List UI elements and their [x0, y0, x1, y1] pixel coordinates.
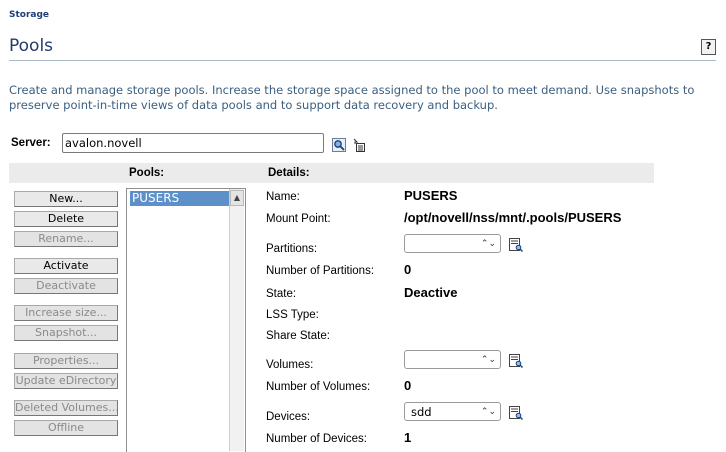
- search-server-icon[interactable]: [332, 137, 346, 152]
- server-label: Server:: [11, 137, 51, 149]
- chevron-updown-icon: ⌃⌄: [480, 407, 496, 417]
- devices-select[interactable]: sdd ⌃⌄: [404, 402, 501, 421]
- page-title: Pools: [9, 36, 54, 56]
- page-description: Create and manage storage pools. Increas…: [9, 83, 695, 112]
- devices-list-icon[interactable]: [509, 405, 523, 420]
- deactivate-pool-button[interactable]: Deactivate: [14, 278, 118, 294]
- state-label: State:: [266, 288, 297, 300]
- num-devices-value: 1: [404, 430, 412, 445]
- volumes-list-icon[interactable]: [509, 353, 523, 368]
- rename-pool-button[interactable]: Rename...: [14, 231, 118, 247]
- volumes-select[interactable]: ⌃⌄: [404, 350, 501, 369]
- browse-tree-icon[interactable]: [352, 137, 366, 152]
- delete-pool-button[interactable]: Delete: [14, 211, 118, 227]
- deleted-volumes-button[interactable]: Deleted Volumes...: [14, 400, 118, 416]
- server-input[interactable]: [62, 133, 324, 153]
- num-devices-label: Number of Devices:: [266, 433, 367, 445]
- increase-size-button[interactable]: Increase size...: [14, 305, 118, 321]
- snapshot-button[interactable]: Snapshot...: [14, 325, 118, 341]
- chevron-updown-icon: ⌃⌄: [480, 355, 496, 365]
- mount-point-value: /opt/novell/nss/mnt/.pools/PUSERS: [404, 210, 622, 225]
- devices-label: Devices:: [266, 411, 311, 423]
- num-partitions-label: Number of Partitions:: [266, 265, 375, 277]
- pools-scrollbar[interactable]: [229, 189, 244, 451]
- num-volumes-label: Number of Volumes:: [266, 381, 371, 393]
- name-label: Name:: [266, 191, 300, 203]
- volumes-label: Volumes:: [266, 359, 314, 371]
- pool-list-item[interactable]: PUSERS: [130, 191, 231, 206]
- panel-header-bar: [9, 163, 654, 183]
- title-divider: [9, 60, 716, 61]
- partitions-label: Partitions:: [266, 243, 318, 255]
- num-volumes-value: 0: [404, 378, 412, 393]
- help-button[interactable]: ?: [701, 39, 716, 55]
- num-partitions-value: 0: [404, 262, 412, 277]
- properties-button[interactable]: Properties...: [14, 353, 118, 369]
- scroll-up-icon[interactable]: ▲: [230, 190, 244, 206]
- partitions-select[interactable]: ⌃⌄: [404, 234, 501, 253]
- pools-header: Pools:: [129, 167, 165, 179]
- state-value: Deactive: [404, 285, 458, 300]
- partitions-list-icon[interactable]: [509, 237, 523, 252]
- share-state-label: Share State:: [266, 330, 330, 342]
- mount-point-label: Mount Point:: [266, 213, 331, 225]
- lss-type-label: LSS Type:: [266, 309, 319, 321]
- activate-pool-button[interactable]: Activate: [14, 258, 118, 274]
- pools-listbox[interactable]: [126, 188, 246, 452]
- devices-selected: sdd: [411, 405, 432, 419]
- chevron-updown-icon: ⌃⌄: [480, 239, 496, 249]
- offline-button[interactable]: Offline: [14, 420, 118, 436]
- new-pool-button[interactable]: New...: [14, 191, 118, 207]
- breadcrumb-storage[interactable]: Storage: [9, 10, 49, 20]
- name-value: PUSERS: [404, 188, 458, 203]
- details-header: Details:: [268, 167, 310, 179]
- update-edirectory-button[interactable]: Update eDirectory: [14, 373, 118, 389]
